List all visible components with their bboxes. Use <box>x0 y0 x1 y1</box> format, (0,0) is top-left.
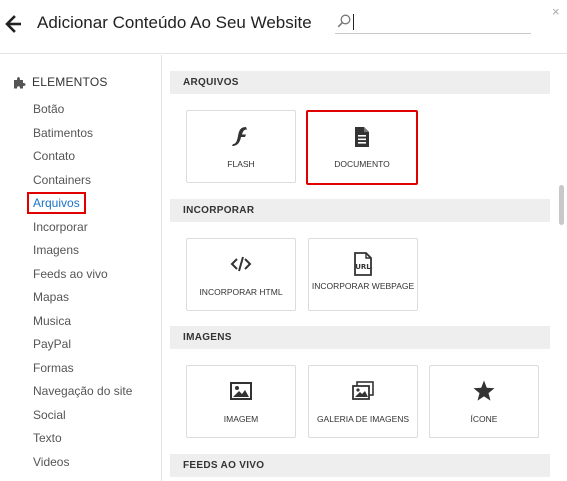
flash-icon <box>232 127 247 146</box>
sidebar-item-mapas[interactable]: Mapas <box>27 286 132 310</box>
sidebar-item-label: Botão <box>33 102 65 116</box>
sidebar-item-texto[interactable]: Texto <box>27 427 132 451</box>
sidebar-heading-label: ELEMENTOS <box>32 75 108 89</box>
card-label: INCORPORAR HTML <box>199 287 283 297</box>
sidebar-item-label: Contato <box>33 149 76 163</box>
sidebar-item-musica[interactable]: Musica <box>27 310 132 334</box>
sidebar-heading: ELEMENTOS <box>13 75 108 89</box>
image-icon <box>230 382 252 400</box>
search-icon <box>337 14 351 28</box>
sidebar-item-navegacao-do-site[interactable]: Navegação do site <box>27 380 132 404</box>
card-incorporar-html[interactable]: INCORPORAR HTML <box>186 238 296 311</box>
dialog-header: Adicionar Conteúdo Ao Seu Website × <box>0 0 567 54</box>
sidebar-item-arquivos[interactable]: Arquivos <box>27 192 132 216</box>
sidebar-item-label: Arquivos <box>27 192 86 214</box>
card-imagem[interactable]: IMAGEM <box>186 365 296 438</box>
sidebar-list: Botão Batimentos Contato Containers Arqu… <box>27 98 132 474</box>
sidebar-item-incorporar[interactable]: Incorporar <box>27 216 132 240</box>
card-label: GALERIA DE IMAGENS <box>316 414 410 424</box>
back-arrow-icon[interactable] <box>5 14 23 34</box>
card-documento[interactable]: DOCUMENTO <box>306 110 418 185</box>
star-icon <box>473 380 495 401</box>
sidebar-item-social[interactable]: Social <box>27 404 132 428</box>
sidebar-item-label: Feeds ao vivo <box>33 266 108 281</box>
svg-text:URL: URL <box>355 263 371 271</box>
section-header-feeds-ao-vivo: FEEDS AO VIVO <box>170 454 550 477</box>
sidebar-item-label: PayPal <box>33 337 72 351</box>
sidebar-item-contato[interactable]: Contato <box>27 145 132 169</box>
card-label: DOCUMENTO <box>334 159 390 169</box>
sidebar-item-label: Musica <box>33 313 72 328</box>
content-panel: ARQUIVOS FLASH DOCUMENTO INCORPORAR INCO… <box>163 55 567 481</box>
scrollbar[interactable] <box>557 55 567 481</box>
sidebar-item-feeds-ao-vivo[interactable]: Feeds ao vivo <box>27 263 132 287</box>
section-header-incorporar: INCORPORAR <box>170 199 550 222</box>
sidebar-item-label: Mapas <box>33 290 70 304</box>
sidebar-item-label: Texto <box>33 431 62 445</box>
text-cursor <box>353 14 354 30</box>
puzzle-icon <box>14 76 26 88</box>
sidebar-item-label: Containers <box>33 172 92 187</box>
sidebar-item-label: Videos <box>33 454 70 469</box>
sidebar-item-label: Imagens <box>33 243 80 257</box>
card-incorporar-webpage[interactable]: URL INCORPORAR WEBPAGE <box>308 238 418 311</box>
sidebar-item-videos[interactable]: Videos <box>27 451 132 475</box>
sidebar-item-botao[interactable]: Botão <box>27 98 132 122</box>
card-label: INCORPORAR WEBPAGE <box>311 281 415 291</box>
card-label: FLASH <box>227 159 255 169</box>
sidebar-item-label: Navegação do site <box>33 384 133 398</box>
code-icon <box>230 256 252 272</box>
sidebar-item-label: Social <box>33 407 66 422</box>
section-header-imagens: IMAGENS <box>170 326 550 349</box>
sidebar-item-label: Incorporar <box>33 219 88 234</box>
close-icon[interactable]: × <box>552 4 560 19</box>
elements-sidebar: ELEMENTOS Botão Batimentos Contato Conta… <box>0 55 162 481</box>
section-header-arquivos: ARQUIVOS <box>170 71 550 94</box>
card-flash[interactable]: FLASH <box>186 110 296 183</box>
card-galeria-de-imagens[interactable]: GALERIA DE IMAGENS <box>308 365 418 438</box>
scrollbar-thumb[interactable] <box>559 185 564 225</box>
document-icon <box>355 127 369 147</box>
sidebar-item-label: Batimentos <box>33 125 94 140</box>
gallery-icon <box>352 381 374 400</box>
sidebar-item-imagens[interactable]: Imagens <box>27 239 132 263</box>
url-icon: URL <box>354 252 372 276</box>
sidebar-item-paypal[interactable]: PayPal <box>27 333 132 357</box>
sidebar-item-batimentos[interactable]: Batimentos <box>27 122 132 146</box>
card-label: ÍCONE <box>470 414 498 424</box>
search-box[interactable] <box>335 12 531 34</box>
sidebar-item-containers[interactable]: Containers <box>27 169 132 193</box>
card-icone[interactable]: ÍCONE <box>429 365 539 438</box>
card-label: IMAGEM <box>223 414 259 424</box>
sidebar-item-label: Formas <box>33 360 74 375</box>
search-input[interactable] <box>353 12 529 32</box>
sidebar-item-formas[interactable]: Formas <box>27 357 132 381</box>
dialog-title: Adicionar Conteúdo Ao Seu Website <box>37 13 312 32</box>
